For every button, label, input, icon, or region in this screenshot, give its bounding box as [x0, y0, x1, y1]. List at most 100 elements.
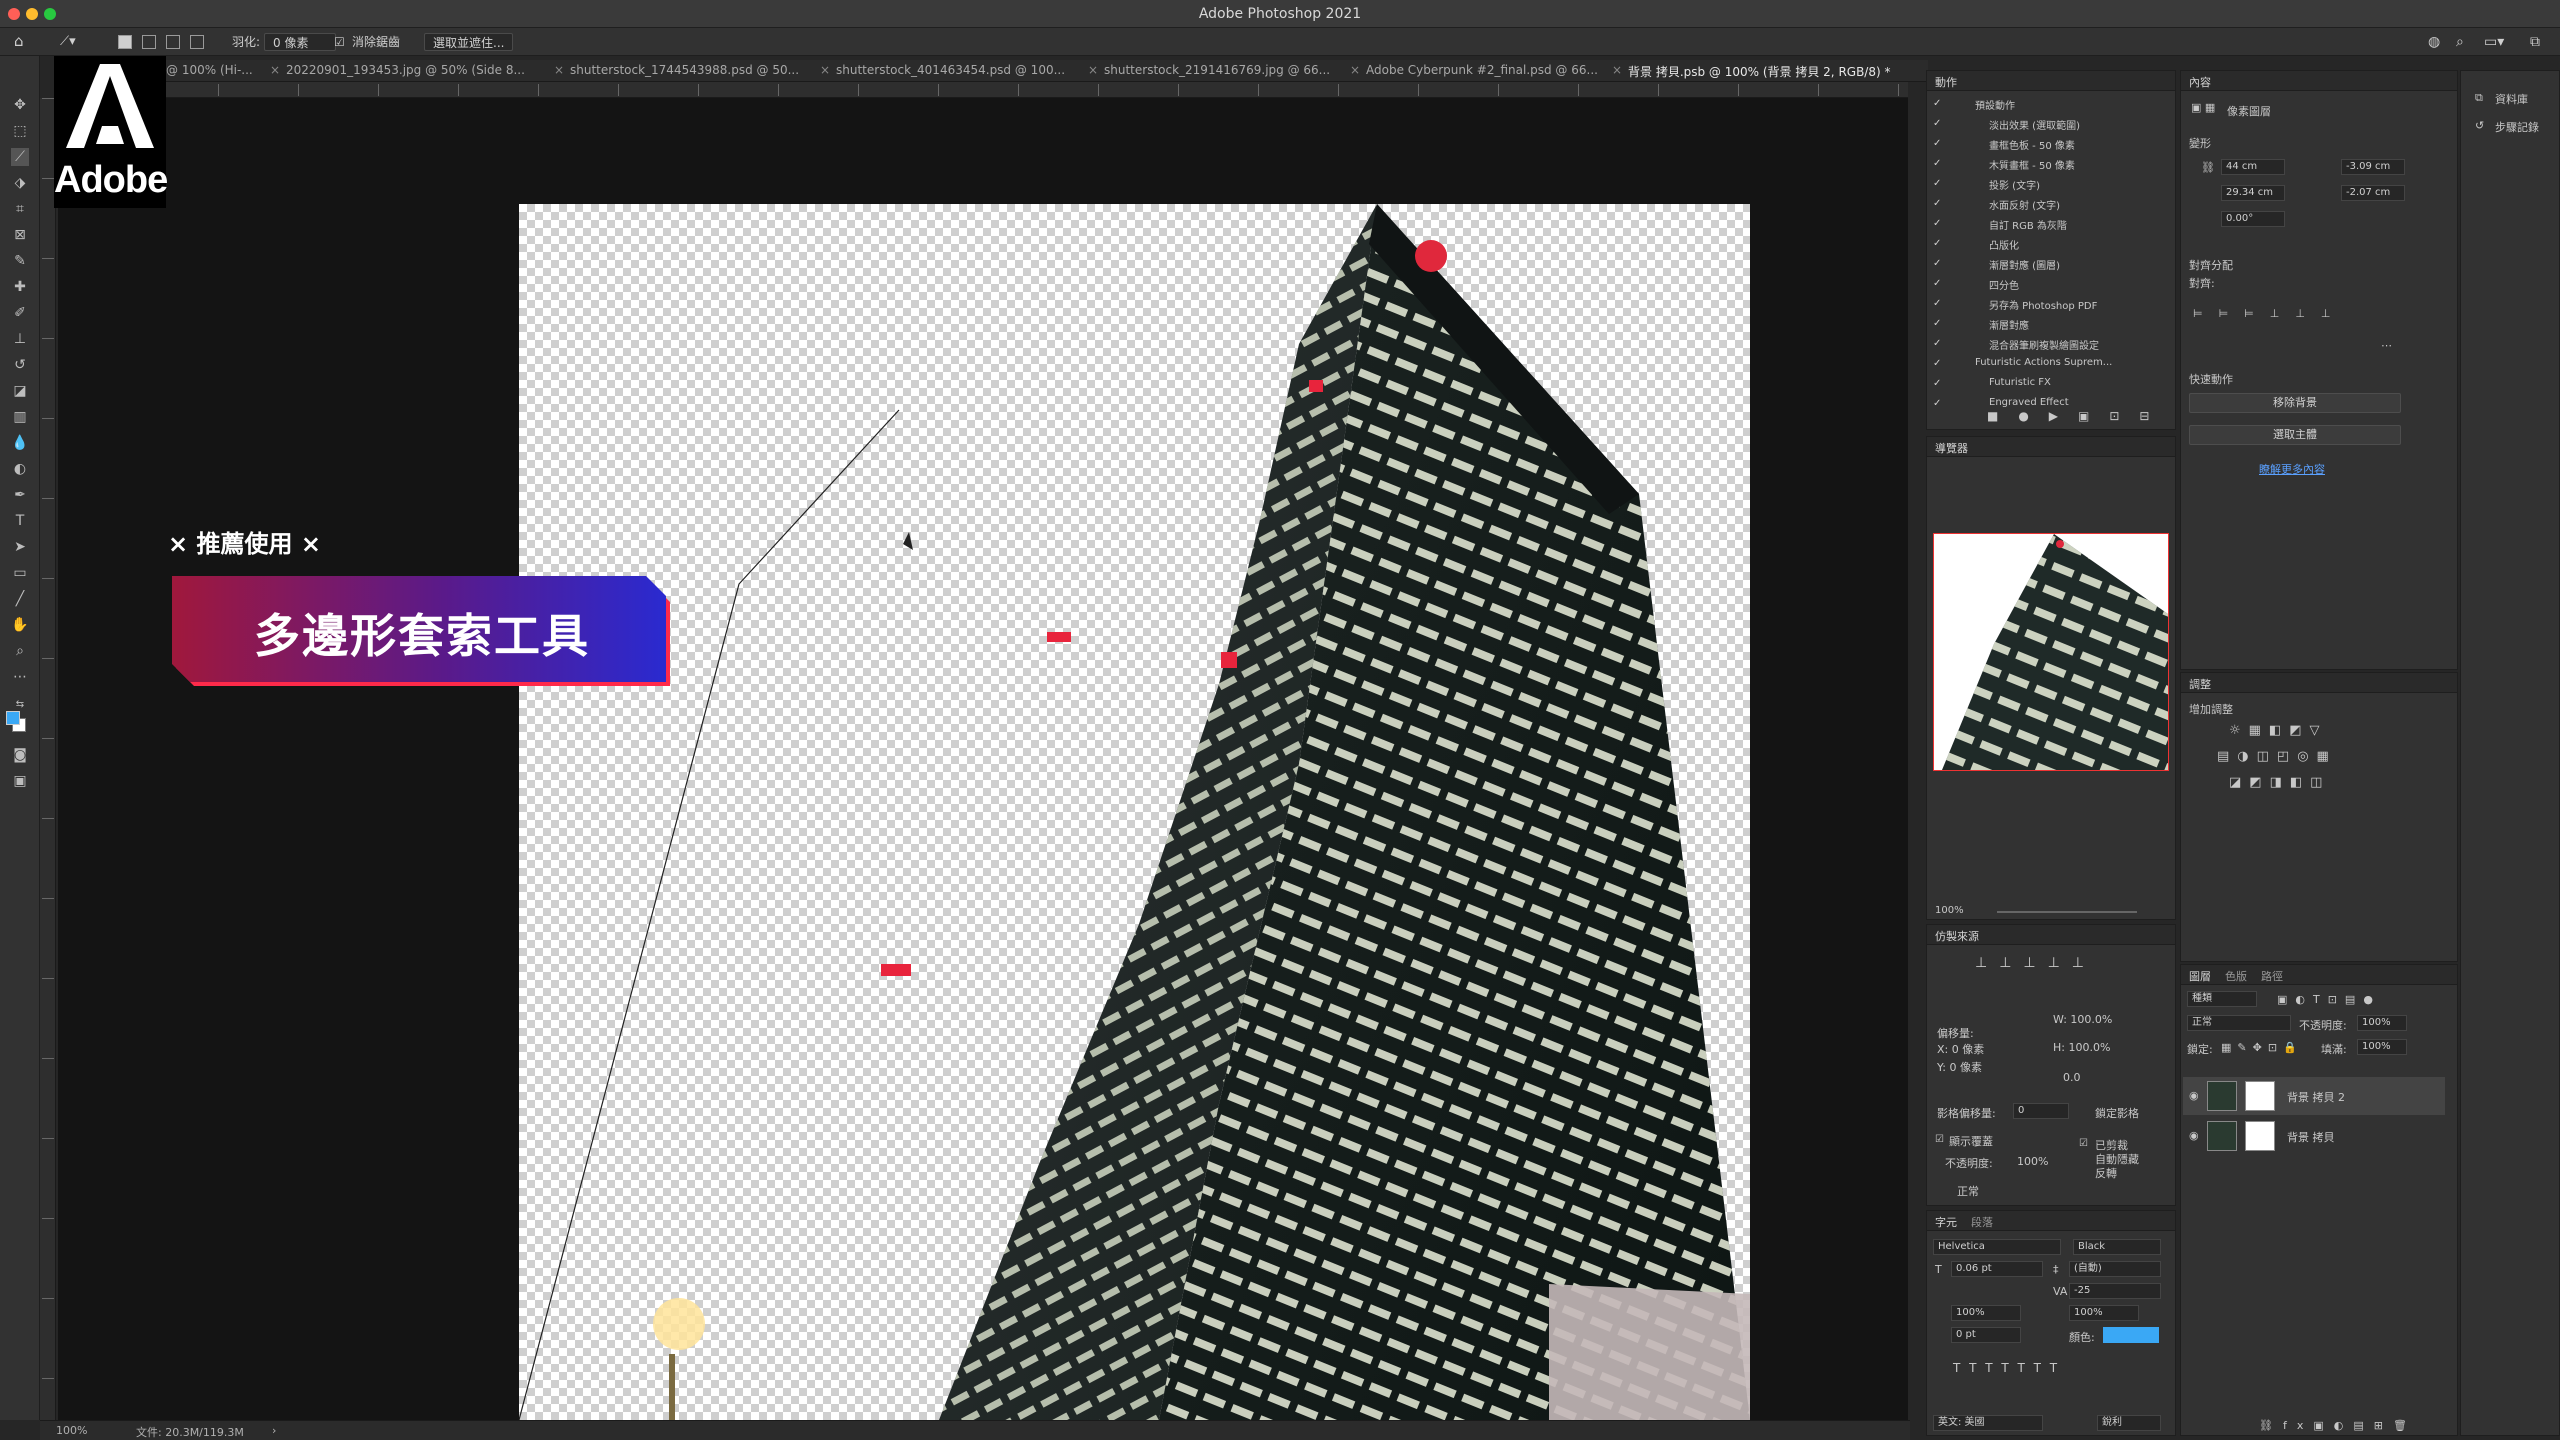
layer-name[interactable]: 背景 拷貝 2 — [2287, 1089, 2345, 1105]
polygonal-lasso-tool-icon[interactable]: ⟋ — [11, 148, 29, 166]
share-icon[interactable]: ◍ — [2428, 33, 2440, 51]
action-item[interactable]: 凸版化 — [1989, 237, 2019, 252]
dodge-tool-icon[interactable]: ◐ — [11, 460, 29, 478]
clone-source-slots[interactable]: ⊥⊥⊥⊥⊥ — [1975, 955, 2096, 971]
action-item[interactable]: 漸層對應 — [1989, 317, 2029, 332]
adjustment-icons-row-2[interactable]: ▤◑◫◰◎▦ — [2217, 749, 2337, 764]
clipped-checkbox[interactable]: ☑ — [2079, 1139, 2089, 1149]
close-tab-icon[interactable]: × — [1088, 63, 1102, 81]
text-color-swatch[interactable] — [2103, 1327, 2159, 1343]
blur-tool-icon[interactable]: 💧 — [11, 434, 29, 452]
status-chevron-icon[interactable]: › — [272, 1424, 276, 1437]
zoom-level[interactable]: 100% — [56, 1424, 87, 1437]
home-icon[interactable]: ⌂ — [14, 32, 24, 50]
active-document-tab[interactable]: 背景 拷貝.psb @ 100% (背景 拷貝 2, RGB/8) * — [1628, 63, 1928, 81]
clone-w[interactable]: W: 100.0% — [2053, 1013, 2112, 1026]
action-enable-check[interactable]: ✓ — [1933, 139, 1943, 149]
tab-paragraph[interactable]: 段落 — [1971, 1214, 1993, 1230]
font-size-input[interactable]: 0.06 pt — [1951, 1261, 2043, 1277]
height-input[interactable]: 29.34 cm — [2221, 185, 2285, 201]
libraries-icon[interactable]: ⧉ — [2475, 91, 2483, 105]
select-subject-button[interactable]: 選取主體 — [2189, 425, 2401, 445]
layer-mask-thumbnail[interactable] — [2245, 1121, 2275, 1151]
workspace-icon[interactable]: ▭▾ — [2484, 33, 2504, 51]
action-item[interactable]: 畫框色板 - 50 像素 — [1989, 137, 2075, 152]
navigator-preview[interactable] — [1933, 533, 2169, 771]
adjustment-icons-row-1[interactable]: ☼▦◧◩▽ — [2229, 723, 2328, 738]
document-size[interactable]: 文件: 20.3M/119.3M — [136, 1424, 244, 1440]
type-style-buttons[interactable]: TTTTTTT — [1953, 1361, 2066, 1375]
pen-tool-icon[interactable]: ✒ — [11, 486, 29, 504]
navigator-zoom-slider[interactable] — [1997, 911, 2137, 913]
action-enable-check[interactable]: ✓ — [1933, 299, 1943, 309]
action-item[interactable]: Engraved Effect — [1989, 397, 2069, 408]
tab-channels[interactable]: 色版 — [2225, 968, 2247, 984]
show-overlay-checkbox[interactable]: ☑ — [1935, 1135, 1945, 1145]
history-icon[interactable]: ↺ — [2475, 119, 2484, 132]
action-enable-check[interactable]: ✓ — [1933, 179, 1943, 189]
type-tool-icon[interactable]: T — [11, 512, 29, 530]
document-tab[interactable]: shutterstock_401463454.psd @ 100... — [836, 63, 1080, 81]
lock-frame-label[interactable]: 鎖定影格 — [2095, 1105, 2139, 1121]
action-item[interactable]: 漸層對應 (圖層) — [1989, 257, 2060, 272]
marquee-tool-icon[interactable]: ⬚ — [11, 122, 29, 140]
action-item[interactable]: 木質畫框 - 50 像素 — [1989, 157, 2075, 172]
layer-footer-icons[interactable]: ⛓fx▣◐▤⊞🗑 — [2259, 1419, 2417, 1432]
quick-mask-icon[interactable]: ◙ — [11, 746, 29, 764]
document-tab[interactable]: shutterstock_2191416769.jpg @ 66... — [1104, 63, 1348, 81]
action-item[interactable]: Futuristic FX — [1989, 377, 2051, 388]
action-item[interactable]: 淡出效果 (選取範圍) — [1989, 117, 2080, 132]
subtract-selection-icon[interactable] — [166, 35, 180, 49]
foreground-color-swatch[interactable] — [6, 711, 20, 725]
arrange-icon[interactable]: ⧉ — [2530, 33, 2540, 51]
zoom-tool-icon[interactable]: ⌕ — [11, 642, 29, 660]
action-item[interactable]: 投影 (文字) — [1989, 177, 2040, 192]
align-buttons[interactable]: ⊨⊨⊨⊥⊥⊥ — [2193, 307, 2347, 320]
tab-paths[interactable]: 路徑 — [2261, 968, 2283, 984]
clone-stamp-tool-icon[interactable]: ⊥ — [11, 330, 29, 348]
font-style-select[interactable]: Black — [2073, 1239, 2161, 1255]
layer-filter-kind[interactable]: 種類 — [2187, 991, 2257, 1007]
clone-angle[interactable]: 0.0 — [2063, 1071, 2081, 1084]
y-input[interactable]: -2.07 cm — [2341, 185, 2405, 201]
visibility-eye-icon[interactable]: ◉ — [2189, 1129, 2199, 1142]
adjustment-icons-row-3[interactable]: ◪◩◨◧◫ — [2229, 775, 2330, 790]
action-enable-check[interactable]: ✓ — [1933, 159, 1943, 169]
close-tab-icon[interactable]: × — [270, 63, 284, 81]
add-selection-icon[interactable] — [142, 35, 156, 49]
new-selection-icon[interactable] — [118, 35, 132, 49]
overlay-opacity-value[interactable]: 100% — [2017, 1155, 2048, 1168]
tab-character[interactable]: 字元 — [1935, 1214, 1957, 1230]
font-family-select[interactable]: Helvetica — [1933, 1239, 2061, 1255]
link-icon[interactable]: ⛓ — [2201, 161, 2215, 174]
document-tab[interactable]: shutterstock_1744543988.psd @ 50... — [570, 63, 814, 81]
libraries-label[interactable]: 資料庫 — [2495, 91, 2528, 107]
action-enable-check[interactable]: ✓ — [1933, 99, 1943, 109]
layer-blend-mode[interactable]: 正常 — [2187, 1015, 2291, 1031]
action-enable-check[interactable]: ✓ — [1933, 359, 1943, 369]
close-tab-icon[interactable]: × — [554, 63, 568, 81]
actions-controls[interactable]: ■●▶▣⊡⊟ — [1987, 409, 2169, 423]
search-icon[interactable]: ⌕ — [2456, 33, 2464, 51]
clone-x[interactable]: X: 0 像素 — [1937, 1041, 1984, 1057]
layer-filter-icons[interactable]: ▣◐T⊡▤● — [2277, 993, 2381, 1006]
frame-tool-icon[interactable]: ⊠ — [11, 226, 29, 244]
close-tab-icon[interactable]: × — [1350, 63, 1364, 81]
learn-more-link[interactable]: 瞭解更多內容 — [2259, 461, 2325, 477]
layer-name[interactable]: 背景 拷貝 — [2287, 1129, 2335, 1145]
action-item[interactable]: 水面反射 (文字) — [1989, 197, 2060, 212]
action-enable-check[interactable]: ✓ — [1933, 259, 1943, 269]
intersect-selection-icon[interactable] — [190, 35, 204, 49]
overlay-blend[interactable]: 正常 — [1957, 1183, 1979, 1199]
history-label[interactable]: 步驟記錄 — [2495, 119, 2539, 135]
action-enable-check[interactable]: ✓ — [1933, 199, 1943, 209]
action-item[interactable]: 另存為 Photoshop PDF — [1989, 297, 2097, 312]
feather-input[interactable]: 0 像素 — [264, 33, 336, 51]
move-tool-icon[interactable]: ✥ — [11, 96, 29, 114]
navigator-zoom[interactable]: 100% — [1935, 905, 1964, 916]
remove-background-button[interactable]: 移除背景 — [2189, 393, 2401, 413]
select-and-mask-button[interactable]: 選取並遮住... — [424, 33, 514, 51]
action-item[interactable]: 四分色 — [1989, 277, 2019, 292]
eyedropper-tool-icon[interactable]: ✎ — [11, 252, 29, 270]
lock-icons[interactable]: ▦✎✥⊡🔒 — [2221, 1041, 2303, 1054]
